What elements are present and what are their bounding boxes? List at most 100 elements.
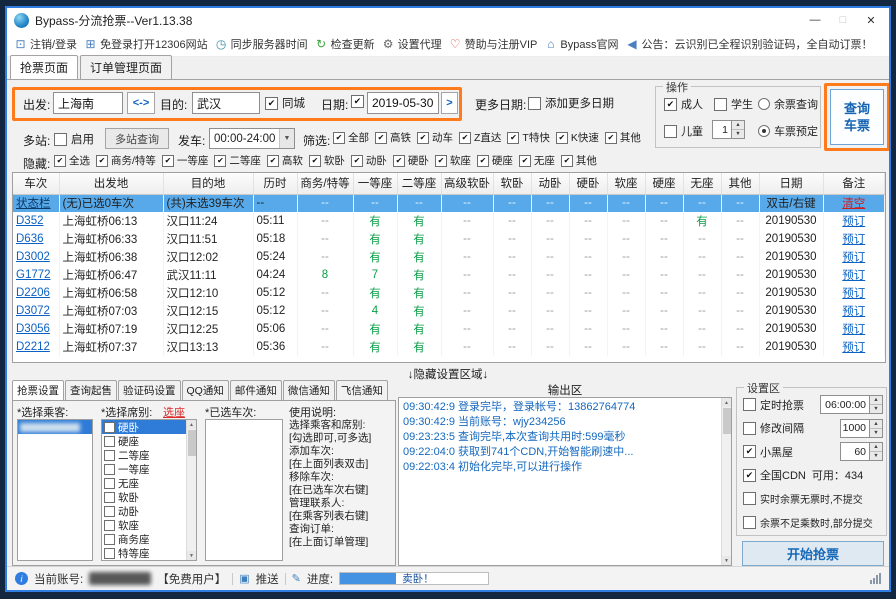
- action-link[interactable]: 清空: [842, 198, 865, 210]
- bottom-tab-2[interactable]: 验证码设置: [118, 380, 181, 400]
- settings-spinner[interactable]: 1000▲▼: [840, 419, 883, 438]
- hide-seat-checkbox-6[interactable]: ✔动卧: [351, 153, 387, 168]
- scroll-up-icon[interactable]: ▲: [722, 398, 731, 407]
- train-row[interactable]: D352上海虹桥06:13汉口11:2405:11--有有-----------…: [13, 212, 885, 230]
- train-cell[interactable]: D2212: [13, 338, 59, 356]
- hide-seat-checkbox-5[interactable]: ✔软卧: [309, 153, 345, 168]
- maximize-button[interactable]: □: [832, 11, 854, 29]
- scroll-down-icon[interactable]: ▼: [722, 556, 731, 565]
- train-type-checkbox-5[interactable]: ✔K快速: [556, 130, 599, 145]
- menu-item-open-12306[interactable]: ⊞免登录打开12306网站: [84, 36, 208, 52]
- train-cell[interactable]: D3072: [13, 302, 59, 320]
- menu-item-sync-server-time[interactable]: ◷同步服务器时间: [215, 36, 308, 52]
- train-link[interactable]: D3072: [16, 305, 50, 317]
- column-header[interactable]: 无座: [683, 173, 721, 194]
- train-type-checkbox-0[interactable]: ✔全部: [333, 130, 369, 145]
- train-table-container[interactable]: 车次出发地目的地历时商务/特等一等座二等座高级软卧软卧动卧硬卧软座硬座无座其他日…: [12, 172, 886, 363]
- checkbox-box[interactable]: [743, 516, 756, 529]
- seat-option-4[interactable]: 无座: [102, 476, 186, 490]
- action-cell[interactable]: 预订: [823, 266, 885, 284]
- multi-station-enable-checkbox[interactable]: 启用: [54, 131, 94, 147]
- train-cell[interactable]: D352: [13, 212, 59, 230]
- date-checkbox[interactable]: ✔: [351, 95, 364, 108]
- menu-item-proxy-settings[interactable]: ⚙设置代理: [382, 36, 442, 52]
- seat-list-scrollbar[interactable]: ▲ ▼: [186, 420, 196, 560]
- hide-seat-checkbox-1[interactable]: ✔商务/特等: [96, 153, 156, 168]
- menu-item-sponsor-vip[interactable]: ♡赞助与注册VIP: [449, 36, 538, 52]
- spinner-up-icon[interactable]: ▲: [870, 443, 882, 451]
- query-tickets-button[interactable]: 查询车票: [830, 89, 884, 145]
- action-cell[interactable]: 预订: [823, 248, 885, 266]
- train-row[interactable]: D3072上海虹桥07:03汉口12:1505:12--4有----------…: [13, 302, 885, 320]
- scroll-thumb[interactable]: [723, 408, 731, 434]
- column-header[interactable]: 软卧: [493, 173, 531, 194]
- selected-passenger-item[interactable]: [18, 420, 92, 434]
- same-city-checkbox[interactable]: ✔同城: [265, 95, 305, 111]
- bottom-tab-6[interactable]: 飞信通知: [336, 380, 388, 400]
- spinner-down-icon[interactable]: ▼: [870, 404, 882, 413]
- hide-seat-checkbox-2[interactable]: ✔一等座: [162, 153, 209, 168]
- page-tab-0[interactable]: 抢票页面: [10, 55, 78, 79]
- action-cell[interactable]: 预订: [823, 302, 885, 320]
- train-cell[interactable]: 状态栏: [13, 194, 59, 212]
- action-link[interactable]: 预订: [842, 252, 865, 264]
- output-scrollbar[interactable]: ▲ ▼: [721, 398, 731, 565]
- minimize-button[interactable]: —: [804, 11, 826, 29]
- spinner-up-icon[interactable]: ▲: [870, 396, 882, 404]
- checkbox-box[interactable]: ✔: [743, 445, 756, 458]
- menu-item-announcement[interactable]: ◀公告：云识别已全程识别验证码，全自动订票！: [625, 36, 872, 52]
- train-link[interactable]: D636: [16, 233, 44, 245]
- train-row[interactable]: D2206上海虹桥06:58汉口12:1005:12--有有----------…: [13, 284, 885, 302]
- checkbox-box[interactable]: ✔: [743, 469, 756, 482]
- column-header[interactable]: 商务/特等: [297, 173, 353, 194]
- column-header[interactable]: 历时: [253, 173, 297, 194]
- action-link[interactable]: 预订: [842, 306, 865, 318]
- scroll-up-icon[interactable]: ▲: [187, 420, 196, 429]
- multi-station-query-button[interactable]: 多站查询: [105, 128, 169, 149]
- spinner-down-icon[interactable]: ▼: [870, 428, 882, 437]
- train-link[interactable]: D3002: [16, 251, 50, 263]
- train-type-checkbox-4[interactable]: ✔T特快: [507, 130, 549, 145]
- swap-stations-button[interactable]: <->: [127, 92, 155, 114]
- column-header[interactable]: 高级软卧: [441, 173, 493, 194]
- train-cell[interactable]: D3056: [13, 320, 59, 338]
- hide-seat-checkbox-10[interactable]: ✔无座: [519, 153, 555, 168]
- status-row[interactable]: 状态栏(无)已选0车次(共)未选39车次--------------------…: [13, 194, 885, 212]
- seat-option-8[interactable]: 商务座: [102, 532, 186, 546]
- train-type-checkbox-2[interactable]: ✔动车: [417, 130, 453, 145]
- train-cell[interactable]: G1772: [13, 266, 59, 284]
- passenger-list[interactable]: [17, 419, 93, 561]
- hide-seat-checkbox-11[interactable]: ✔其他: [561, 153, 597, 168]
- start-grab-button[interactable]: 开始抢票: [742, 541, 884, 566]
- menu-item-check-update[interactable]: ↻检查更新: [315, 36, 375, 52]
- column-header[interactable]: 其他: [721, 173, 759, 194]
- checkbox-box[interactable]: [743, 492, 756, 505]
- column-header[interactable]: 硬座: [645, 173, 683, 194]
- menu-item-logout-login[interactable]: ⊡注销/登录: [14, 36, 77, 52]
- next-day-button[interactable]: >: [441, 92, 458, 114]
- train-link[interactable]: D2206: [16, 287, 50, 299]
- hide-seat-checkbox-0[interactable]: ✔全选: [54, 153, 90, 168]
- settings-spinner[interactable]: 06:00:00▲▼: [820, 395, 883, 414]
- action-cell[interactable]: 预订: [823, 320, 885, 338]
- seat-option-0[interactable]: 硬卧: [102, 420, 186, 434]
- adult-checkbox[interactable]: ✔成人: [664, 96, 703, 112]
- train-cell[interactable]: D3002: [13, 248, 59, 266]
- seat-option-2[interactable]: 二等座: [102, 448, 186, 462]
- scroll-down-icon[interactable]: ▼: [187, 551, 196, 560]
- train-cell[interactable]: D636: [13, 230, 59, 248]
- bottom-tab-0[interactable]: 抢票设置: [12, 380, 64, 400]
- train-row[interactable]: D3056上海虹桥07:19汉口12:2505:06--有有----------…: [13, 320, 885, 338]
- seat-class-list[interactable]: 硬卧硬座二等座一等座无座软卧动卧软座商务座特等座 ▲ ▼: [101, 419, 197, 561]
- column-header[interactable]: 目的地: [163, 173, 253, 194]
- depart-time-select[interactable]: 00:00-24:00 ▼: [209, 128, 295, 149]
- action-link[interactable]: 预订: [842, 234, 865, 246]
- column-header[interactable]: 二等座: [397, 173, 441, 194]
- query-remaining-radio[interactable]: 余票查询: [758, 96, 818, 112]
- train-link[interactable]: D3056: [16, 323, 50, 335]
- action-cell[interactable]: 清空: [823, 194, 885, 212]
- hide-seat-checkbox-7[interactable]: ✔硬卧: [393, 153, 429, 168]
- column-header[interactable]: 硬卧: [569, 173, 607, 194]
- from-station-input[interactable]: 上海南: [53, 92, 123, 114]
- train-row[interactable]: D2212上海虹桥07:37汉口13:1305:36--有有----------…: [13, 338, 885, 356]
